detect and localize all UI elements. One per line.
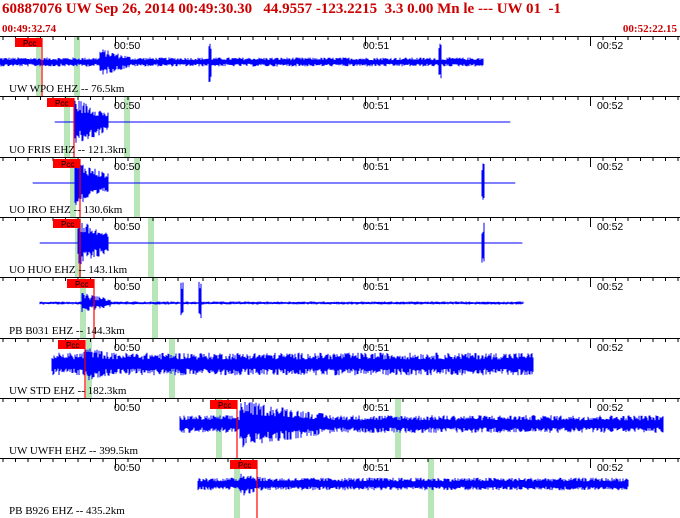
tick-label: 00:50 [114,342,140,354]
tick-label: 00:52 [597,462,623,474]
tick-label: 00:50 [114,161,140,173]
tick-label: 00:50 [114,100,140,112]
trace-panel[interactable]: 00:50 00:51 00:52 Pcc UO HUO EHZ -- 143.1km [0,217,680,277]
station-label: PB B031 EHZ -- 144.3km [9,325,125,337]
station-label: UO FRIS EHZ -- 121.3km [9,144,127,156]
tick-label: 00:51 [363,281,389,293]
pick-label: Pcc [23,39,36,48]
event-title: 60887076 UW Sep 26, 2014 00:49:30.30 44.… [2,1,562,17]
waveform [39,281,524,319]
pick-label: Pcc [55,99,68,108]
station-label: UW STD EHZ -- 182.3km [9,385,127,397]
tick-label: 00:52 [597,281,623,293]
trace-panel[interactable]: 00:50 00:51 00:52 Pcc PB B031 EHZ -- 144.3km [0,277,680,338]
waveform [179,402,664,448]
tick-label: 00:51 [363,462,389,474]
pick-label: Pcc [75,280,88,289]
station-label: UO IRO EHZ -- 130.6km [9,204,123,216]
tick-label: 00:51 [363,342,389,354]
tick-label: 00:52 [597,342,623,354]
trace-panel[interactable]: 00:50 00:51 00:52 Pcc UW STD EHZ -- 182.3km [0,338,680,398]
station-label: UW WPO EHZ -- 76.5km [9,83,125,95]
tick-label: 00:52 [597,402,623,414]
waveform [0,43,484,82]
tick-label: 00:52 [597,221,623,233]
pick-label: Pcc [61,160,74,169]
start-time: 00:49:32.74 [2,23,57,35]
tick-label: 00:51 [363,402,389,414]
trace-panel[interactable]: 00:50 00:51 00:52 Pcc UW UWFH EHZ -- 399.5km [0,398,680,458]
trace-panel[interactable]: 00:50 00:51 00:52 Pcc UO IRO EHZ -- 130.6km [0,157,680,217]
arrival-band [148,217,154,277]
pick-label: Pcc [61,220,74,229]
tick-label: 00:50 [114,462,140,474]
waveform [197,473,629,496]
arrival-band [152,277,158,338]
tick-label: 00:52 [597,40,623,52]
end-time: 00:52:22.15 [622,23,677,35]
tick-label: 00:51 [363,161,389,173]
pick-label: Pcc [66,341,79,350]
pick-label: Pcc [238,461,251,470]
trace-panel[interactable]: 00:50 00:51 00:52 Pcc UO FRIS EHZ -- 121.3km [0,96,680,157]
tick-label: 00:50 [114,281,140,293]
tick-label: 00:51 [363,100,389,112]
trace-panel[interactable]: 00:50 00:51 00:52 Pcc PB B926 EHZ -- 435.2km [0,458,680,518]
tick-label: 00:52 [597,161,623,173]
tick-label: 00:50 [114,40,140,52]
trace-panel[interactable]: 00:50 00:51 00:52 Pcc UW WPO EHZ -- 76.5km [0,36,680,96]
tick-label: 00:51 [363,221,389,233]
tick-label: 00:50 [114,221,140,233]
station-label: PB B926 EHZ -- 435.2km [9,505,125,517]
tick-label: 00:51 [363,40,389,52]
seismogram-viewer: 60887076 UW Sep 26, 2014 00:49:30.30 44.… [0,0,680,518]
pick-label: Pcc [218,401,231,410]
station-label: UO HUO EHZ -- 143.1km [9,264,128,276]
tick-label: 00:50 [114,402,140,414]
station-label: UW UWFH EHZ -- 399.5km [9,445,139,457]
tick-label: 00:52 [597,100,623,112]
